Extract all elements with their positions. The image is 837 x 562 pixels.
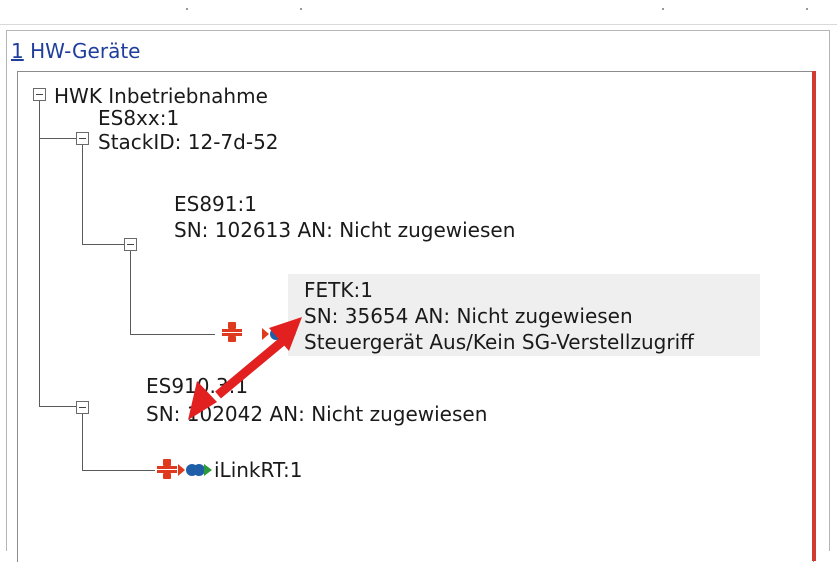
annotation-arrow xyxy=(188,317,302,420)
